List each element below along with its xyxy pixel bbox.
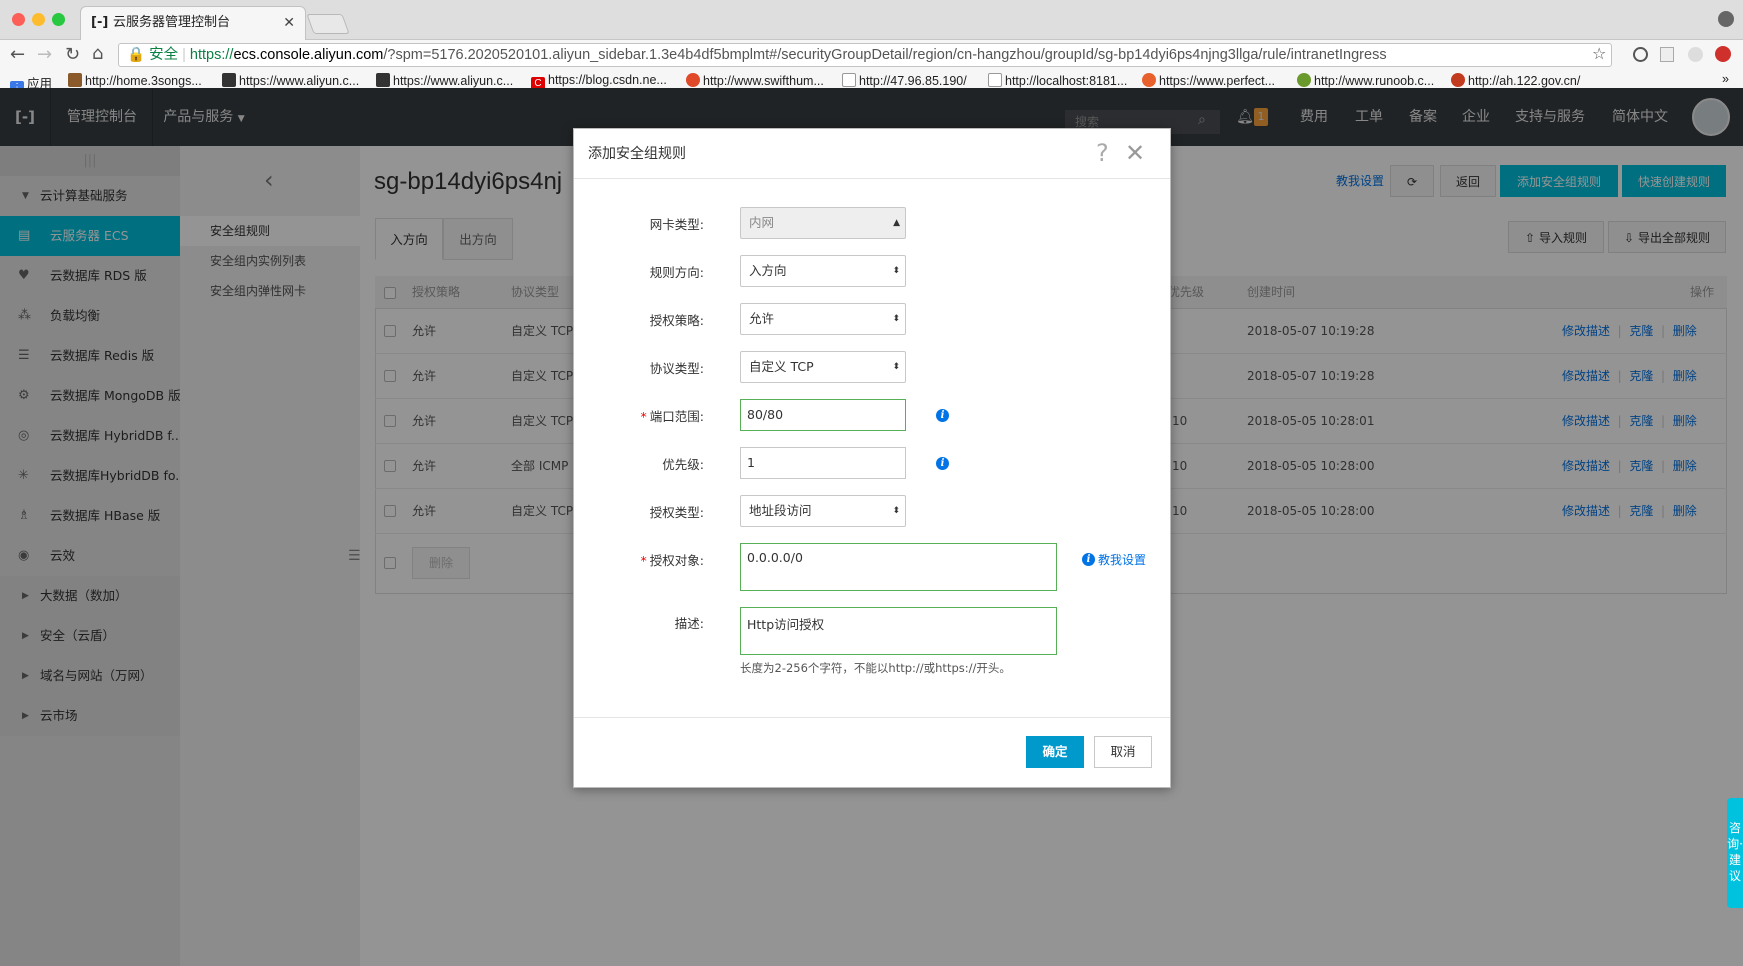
authtype-select[interactable]: 地址段访问 ⬍ (740, 495, 906, 527)
info-icon[interactable]: i (936, 409, 949, 422)
bookmark-favicon-icon (376, 73, 390, 87)
minimize-window-button[interactable] (32, 13, 45, 26)
bookmark-item[interactable]: http://ah.122.gov.cn/ (1451, 73, 1580, 88)
reload-icon[interactable]: ↻ (65, 44, 80, 65)
browser-tab[interactable]: [-] 云服务器管理控制台 ✕ (80, 6, 306, 40)
desc-label: 描述: (674, 616, 704, 631)
secure-label: 安全 (149, 47, 179, 63)
close-icon[interactable]: ✕ (1125, 139, 1145, 167)
policy-select[interactable]: 允许 ⬍ (740, 303, 906, 335)
bookmark-item[interactable]: https://www.perfect... (1142, 73, 1275, 88)
select-arrow-icon: ⬍ (892, 266, 900, 276)
select-arrow-icon: ▲ (893, 218, 900, 228)
port-label: * 端口范围: (640, 409, 704, 424)
direction-select[interactable]: 入方向 ⬍ (740, 255, 906, 287)
bookmark-favicon-icon (842, 73, 856, 87)
bookmark-item[interactable]: http://www.swifthum... (686, 73, 824, 88)
lock-icon: 🔒 (127, 47, 146, 63)
target-textarea[interactable]: 0.0.0.0/0 (740, 543, 1057, 591)
bookmark-star-icon[interactable]: ☆ (1592, 44, 1606, 63)
url-path: /?spm=5176.2020520101.aliyun_sidebar.1.3… (383, 47, 1387, 63)
bookmark-favicon-icon (1451, 73, 1465, 87)
confirm-button[interactable]: 确定 (1026, 736, 1084, 768)
bookmark-favicon-icon (988, 73, 1002, 87)
teach-link[interactable]: 教我设置 (1098, 551, 1146, 568)
dialog-footer-divider (574, 717, 1170, 718)
select-arrow-icon: ⬍ (892, 506, 900, 516)
select-arrow-icon: ⬍ (892, 362, 900, 372)
forward-icon[interactable]: → (37, 44, 52, 65)
back-icon[interactable]: ← (10, 44, 25, 65)
bookmark-item[interactable]: http://47.96.85.190/ (842, 73, 967, 88)
feedback-tab[interactable]: 咨询·建议 (1727, 798, 1743, 908)
url-bar[interactable]: 🔒 安全 | https://ecs.console.aliyun.com/?s… (118, 43, 1612, 67)
bookmarks-overflow-icon[interactable]: » (1722, 72, 1729, 86)
direction-label: 规则方向: (649, 265, 704, 280)
protocol-select[interactable]: 自定义 TCP ⬍ (740, 351, 906, 383)
url-host: ecs.console.aliyun.com (233, 47, 384, 63)
policy-label: 授权策略: (649, 313, 704, 328)
bookmark-item[interactable]: http://home.3songs... (68, 73, 202, 88)
bookmark-item[interactable]: https://www.aliyun.c... (376, 73, 513, 88)
authtype-label: 授权类型: (649, 505, 704, 520)
help-icon[interactable]: ? (1096, 139, 1109, 167)
add-rule-dialog: 添加安全组规则 ? ✕ 网卡类型: 内网 ▲ 规则方向: 入方向 ⬍ 授权策略: 允… (573, 128, 1171, 788)
nic-label: 网卡类型: (649, 217, 704, 232)
new-tab-button[interactable] (306, 14, 350, 34)
maximize-window-button[interactable] (52, 13, 65, 26)
bookmark-favicon-icon (1142, 73, 1156, 87)
home-icon[interactable]: ⌂ (92, 43, 103, 64)
nic-select[interactable]: 内网 ▲ (740, 207, 906, 239)
info-icon: i (1082, 553, 1095, 566)
bookmark-item[interactable]: http://localhost:8181... (988, 73, 1127, 88)
bookmark-item[interactable]: http://www.runoob.c... (1297, 73, 1434, 88)
desc-hint: 长度为2-256个字符，不能以http://或https://开头。 (740, 661, 1011, 675)
dialog-title: 添加安全组规则 (574, 129, 1170, 179)
bookmark-item[interactable]: https://www.aliyun.c... (222, 73, 359, 88)
target-label: * 授权对象: (640, 553, 704, 568)
bookmark-favicon-icon (68, 73, 82, 87)
bookmark-favicon-icon (1297, 73, 1311, 87)
desc-textarea[interactable]: Http访问授权 (740, 607, 1057, 655)
profile-icon[interactable] (1718, 11, 1734, 27)
protocol-label: 协议类型: (649, 361, 704, 376)
port-input[interactable]: 80/80 (740, 399, 906, 431)
cancel-button[interactable]: 取消 (1094, 736, 1152, 768)
close-window-button[interactable] (12, 13, 25, 26)
extension4-icon[interactable] (1715, 46, 1731, 62)
select-arrow-icon: ⬍ (892, 314, 900, 324)
priority-input[interactable]: 1 (740, 447, 906, 479)
extension3-icon[interactable] (1688, 47, 1703, 62)
url-proto: https:// (189, 47, 234, 63)
bookmark-favicon-icon (686, 73, 700, 87)
extension-icon[interactable] (1633, 47, 1648, 62)
priority-label: 优先级: (662, 457, 704, 472)
tab-title: 云服务器管理控制台 (113, 15, 231, 30)
extension2-icon[interactable] (1660, 47, 1674, 62)
close-tab-icon[interactable]: ✕ (283, 7, 295, 39)
bookmark-favicon-icon (222, 73, 236, 87)
info-icon[interactable]: i (936, 457, 949, 470)
aliyun-logo-icon: [-] (91, 15, 109, 30)
